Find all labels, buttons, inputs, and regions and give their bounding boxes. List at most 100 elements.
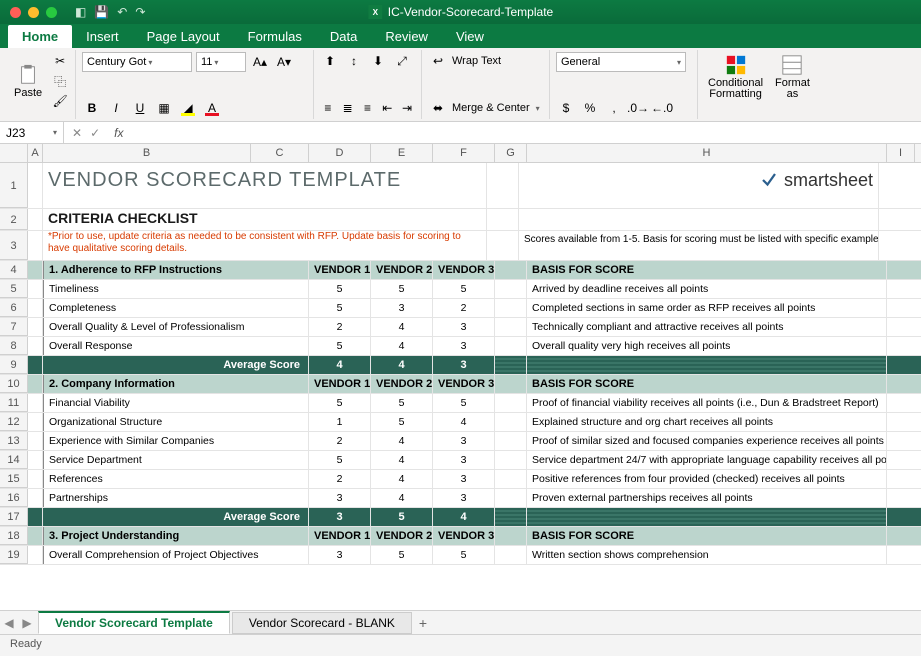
cell[interactable]: 2 bbox=[309, 470, 371, 488]
comma-icon[interactable]: , bbox=[604, 99, 624, 117]
decrease-font-icon[interactable]: A▾ bbox=[274, 53, 294, 71]
cell[interactable] bbox=[28, 470, 43, 488]
row-header[interactable]: 3 bbox=[0, 231, 28, 260]
row-header[interactable]: 17 bbox=[0, 508, 28, 526]
cell[interactable]: 2 bbox=[433, 299, 495, 317]
cell[interactable] bbox=[28, 280, 43, 298]
cell[interactable]: Overall Comprehension of Project Objecti… bbox=[43, 546, 309, 564]
enter-formula-icon[interactable]: ✓ bbox=[90, 126, 100, 140]
font-color-button[interactable]: A bbox=[202, 99, 222, 117]
cell[interactable]: VENDOR 2 bbox=[371, 527, 433, 545]
cell[interactable]: 2 bbox=[309, 318, 371, 336]
cell[interactable]: Technically compliant and attractive rec… bbox=[527, 318, 887, 336]
autosave-icon[interactable]: ◧ bbox=[75, 5, 86, 19]
row-header[interactable]: 5 bbox=[0, 280, 28, 298]
cell[interactable] bbox=[28, 318, 43, 336]
tab-data[interactable]: Data bbox=[316, 25, 371, 48]
tab-home[interactable]: Home bbox=[8, 25, 72, 48]
cell[interactable]: Average Score bbox=[43, 356, 309, 374]
cell[interactable] bbox=[519, 209, 879, 230]
row-header[interactable]: 15 bbox=[0, 470, 28, 488]
cell[interactable]: VENDOR 1 bbox=[309, 375, 371, 393]
cell[interactable] bbox=[495, 337, 527, 355]
cell[interactable] bbox=[28, 413, 43, 431]
italic-button[interactable]: I bbox=[106, 99, 126, 117]
cell[interactable] bbox=[527, 508, 887, 526]
col-header[interactable]: C bbox=[251, 144, 309, 162]
col-header[interactable]: B bbox=[43, 144, 251, 162]
row-header[interactable]: 14 bbox=[0, 451, 28, 469]
row-header[interactable]: 16 bbox=[0, 489, 28, 507]
cell[interactable]: 5 bbox=[371, 413, 433, 431]
row-header[interactable]: 2 bbox=[0, 209, 28, 230]
cell[interactable] bbox=[487, 163, 519, 208]
cell[interactable]: 5 bbox=[433, 546, 495, 564]
row-header[interactable]: 11 bbox=[0, 394, 28, 412]
cell[interactable] bbox=[28, 508, 43, 526]
cell[interactable]: 4 bbox=[371, 432, 433, 450]
cell[interactable] bbox=[495, 375, 527, 393]
cell[interactable]: 1 bbox=[309, 413, 371, 431]
cell[interactable]: 3. Project Understanding bbox=[43, 527, 309, 545]
align-middle-icon[interactable]: ↕ bbox=[344, 52, 364, 70]
cell[interactable] bbox=[28, 299, 43, 317]
font-size-select[interactable]: 11▾ bbox=[196, 52, 246, 72]
cell[interactable] bbox=[495, 280, 527, 298]
cell[interactable]: 3 bbox=[433, 318, 495, 336]
cell[interactable] bbox=[495, 413, 527, 431]
cell[interactable]: 5 bbox=[309, 299, 371, 317]
decrease-decimal-icon[interactable]: ←.0 bbox=[652, 99, 672, 117]
cell[interactable]: VENDOR 1 bbox=[309, 527, 371, 545]
cell[interactable] bbox=[495, 318, 527, 336]
cell[interactable]: Completed sections in same order as RFP … bbox=[527, 299, 887, 317]
tab-formulas[interactable]: Formulas bbox=[234, 25, 316, 48]
tab-insert[interactable]: Insert bbox=[72, 25, 133, 48]
cell[interactable]: Overall quality very high receives all p… bbox=[527, 337, 887, 355]
cell[interactable]: BASIS FOR SCORE bbox=[527, 527, 887, 545]
row-header[interactable]: 18 bbox=[0, 527, 28, 545]
cell[interactable]: 5 bbox=[371, 546, 433, 564]
cell[interactable]: 5 bbox=[309, 280, 371, 298]
cell[interactable]: Positive references from four provided (… bbox=[527, 470, 887, 488]
cell[interactable] bbox=[487, 209, 519, 230]
increase-decimal-icon[interactable]: .0→ bbox=[628, 99, 648, 117]
align-right-icon[interactable]: ≡ bbox=[360, 99, 376, 117]
col-header[interactable]: E bbox=[371, 144, 433, 162]
align-center-icon[interactable]: ≣ bbox=[340, 99, 356, 117]
col-header[interactable]: A bbox=[28, 144, 43, 162]
cell[interactable]: Proof of financial viability receives al… bbox=[527, 394, 887, 412]
cell[interactable] bbox=[527, 356, 887, 374]
cell[interactable]: Partnerships bbox=[43, 489, 309, 507]
conditional-formatting-button[interactable]: Conditional Formatting bbox=[704, 52, 767, 102]
cell[interactable]: Proven external partnerships receives al… bbox=[527, 489, 887, 507]
cell[interactable]: 3 bbox=[433, 470, 495, 488]
cell[interactable] bbox=[28, 546, 43, 564]
cell[interactable] bbox=[28, 451, 43, 469]
row-header[interactable]: 13 bbox=[0, 432, 28, 450]
cell[interactable]: 4 bbox=[371, 470, 433, 488]
cell[interactable] bbox=[495, 432, 527, 450]
cell[interactable]: Scores available from 1-5. Basis for sco… bbox=[519, 231, 879, 260]
select-all-corner[interactable] bbox=[0, 144, 28, 162]
cell[interactable] bbox=[28, 489, 43, 507]
row-header[interactable]: 10 bbox=[0, 375, 28, 393]
cell[interactable]: VENDOR 3 bbox=[433, 375, 495, 393]
cell[interactable]: Service Department bbox=[43, 451, 309, 469]
cell[interactable] bbox=[28, 261, 43, 279]
worksheet-tab[interactable]: Vendor Scorecard Template bbox=[38, 611, 230, 634]
cell[interactable]: 4 bbox=[433, 508, 495, 526]
borders-button[interactable]: ▦ bbox=[154, 99, 174, 117]
cell[interactable]: 1. Adherence to RFP Instructions bbox=[43, 261, 309, 279]
merge-center-button[interactable]: ⬌Merge & Center▾ bbox=[428, 99, 543, 117]
col-header[interactable]: I bbox=[887, 144, 915, 162]
cell[interactable]: Financial Viability bbox=[43, 394, 309, 412]
cell[interactable] bbox=[28, 337, 43, 355]
tab-scroll-left[interactable]: ◀ bbox=[0, 616, 18, 630]
cell[interactable]: VENDOR SCORECARD TEMPLATE bbox=[43, 163, 487, 208]
cell[interactable] bbox=[495, 489, 527, 507]
undo-icon[interactable]: ↶ bbox=[117, 5, 127, 19]
cell[interactable] bbox=[495, 451, 527, 469]
fill-color-button[interactable]: ◢ bbox=[178, 99, 198, 117]
increase-font-icon[interactable]: A▴ bbox=[250, 53, 270, 71]
cell[interactable]: 5 bbox=[371, 280, 433, 298]
